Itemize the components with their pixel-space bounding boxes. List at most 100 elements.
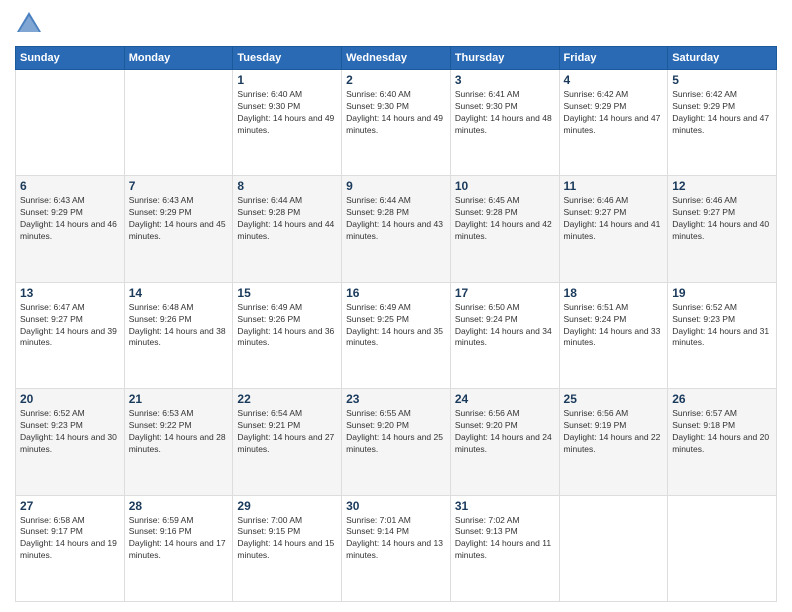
- calendar-cell: [124, 70, 233, 176]
- day-number: 24: [455, 392, 555, 406]
- day-number: 20: [20, 392, 120, 406]
- day-info: Sunrise: 7:01 AM Sunset: 9:14 PM Dayligh…: [346, 515, 446, 563]
- calendar-cell: 20 Sunrise: 6:52 AM Sunset: 9:23 PM Dayli…: [16, 389, 125, 495]
- day-info: Sunrise: 6:45 AM Sunset: 9:28 PM Dayligh…: [455, 195, 555, 243]
- day-info: Sunrise: 6:52 AM Sunset: 9:23 PM Dayligh…: [672, 302, 772, 350]
- day-number: 16: [346, 286, 446, 300]
- day-header: Sunday: [16, 47, 125, 70]
- calendar-week-row: 27 Sunrise: 6:58 AM Sunset: 9:17 PM Dayli…: [16, 495, 777, 601]
- calendar-cell: 3Sunrise: 6:41 AM Sunset: 9:30 PM Daylig…: [450, 70, 559, 176]
- calendar-week-row: 6 Sunrise: 6:43 AM Sunset: 9:29 PM Daylig…: [16, 176, 777, 282]
- calendar-header-row: SundayMondayTuesdayWednesdayThursdayFrid…: [16, 47, 777, 70]
- day-info: Sunrise: 6:42 AM Sunset: 9:29 PM Dayligh…: [564, 89, 664, 137]
- calendar-cell: 22 Sunrise: 6:54 AM Sunset: 9:21 PM Dayli…: [233, 389, 342, 495]
- day-number: 6: [20, 179, 120, 193]
- day-number: 29: [237, 499, 337, 513]
- day-number: 5: [672, 73, 772, 87]
- calendar-cell: 17 Sunrise: 6:50 AM Sunset: 9:24 PM Dayli…: [450, 282, 559, 388]
- calendar-cell: 18 Sunrise: 6:51 AM Sunset: 9:24 PM Dayli…: [559, 282, 668, 388]
- day-header: Friday: [559, 47, 668, 70]
- day-number: 22: [237, 392, 337, 406]
- day-info: Sunrise: 6:49 AM Sunset: 9:26 PM Dayligh…: [237, 302, 337, 350]
- day-info: Sunrise: 6:58 AM Sunset: 9:17 PM Dayligh…: [20, 515, 120, 563]
- day-info: Sunrise: 6:44 AM Sunset: 9:28 PM Dayligh…: [237, 195, 337, 243]
- day-number: 11: [564, 179, 664, 193]
- day-number: 31: [455, 499, 555, 513]
- day-number: 17: [455, 286, 555, 300]
- calendar: SundayMondayTuesdayWednesdayThursdayFrid…: [15, 46, 777, 602]
- day-number: 7: [129, 179, 229, 193]
- day-number: 27: [20, 499, 120, 513]
- logo-icon: [15, 10, 43, 38]
- calendar-week-row: 20 Sunrise: 6:52 AM Sunset: 9:23 PM Dayli…: [16, 389, 777, 495]
- calendar-cell: 9Sunrise: 6:44 AM Sunset: 9:28 PM Daylig…: [342, 176, 451, 282]
- calendar-cell: 27 Sunrise: 6:58 AM Sunset: 9:17 PM Dayli…: [16, 495, 125, 601]
- calendar-cell: 11Sunrise: 6:46 AM Sunset: 9:27 PM Dayli…: [559, 176, 668, 282]
- calendar-cell: 7 Sunrise: 6:43 AM Sunset: 9:29 PM Daylig…: [124, 176, 233, 282]
- calendar-cell: [668, 495, 777, 601]
- day-number: 12: [672, 179, 772, 193]
- day-info: Sunrise: 6:40 AM Sunset: 9:30 PM Dayligh…: [237, 89, 337, 137]
- day-number: 19: [672, 286, 772, 300]
- day-info: Sunrise: 6:59 AM Sunset: 9:16 PM Dayligh…: [129, 515, 229, 563]
- calendar-cell: 5 Sunrise: 6:42 AM Sunset: 9:29 PM Daylig…: [668, 70, 777, 176]
- day-header: Thursday: [450, 47, 559, 70]
- day-info: Sunrise: 6:50 AM Sunset: 9:24 PM Dayligh…: [455, 302, 555, 350]
- day-info: Sunrise: 6:46 AM Sunset: 9:27 PM Dayligh…: [672, 195, 772, 243]
- header: [15, 10, 777, 38]
- calendar-cell: 6 Sunrise: 6:43 AM Sunset: 9:29 PM Daylig…: [16, 176, 125, 282]
- day-number: 30: [346, 499, 446, 513]
- calendar-cell: 25 Sunrise: 6:56 AM Sunset: 9:19 PM Dayli…: [559, 389, 668, 495]
- calendar-cell: 1 Sunrise: 6:40 AM Sunset: 9:30 PM Daylig…: [233, 70, 342, 176]
- day-info: Sunrise: 6:56 AM Sunset: 9:19 PM Dayligh…: [564, 408, 664, 456]
- calendar-cell: 2 Sunrise: 6:40 AM Sunset: 9:30 PM Daylig…: [342, 70, 451, 176]
- day-info: Sunrise: 6:47 AM Sunset: 9:27 PM Dayligh…: [20, 302, 120, 350]
- day-number: 10: [455, 179, 555, 193]
- day-info: Sunrise: 6:43 AM Sunset: 9:29 PM Dayligh…: [129, 195, 229, 243]
- day-info: Sunrise: 6:40 AM Sunset: 9:30 PM Dayligh…: [346, 89, 446, 137]
- day-info: Sunrise: 7:02 AM Sunset: 9:13 PM Dayligh…: [455, 515, 555, 563]
- calendar-cell: [559, 495, 668, 601]
- day-header: Monday: [124, 47, 233, 70]
- calendar-cell: 29 Sunrise: 7:00 AM Sunset: 9:15 PM Dayli…: [233, 495, 342, 601]
- calendar-cell: 21 Sunrise: 6:53 AM Sunset: 9:22 PM Dayli…: [124, 389, 233, 495]
- day-info: Sunrise: 6:43 AM Sunset: 9:29 PM Dayligh…: [20, 195, 120, 243]
- day-header: Tuesday: [233, 47, 342, 70]
- day-number: 2: [346, 73, 446, 87]
- calendar-cell: 30 Sunrise: 7:01 AM Sunset: 9:14 PM Dayli…: [342, 495, 451, 601]
- day-info: Sunrise: 6:57 AM Sunset: 9:18 PM Dayligh…: [672, 408, 772, 456]
- day-number: 21: [129, 392, 229, 406]
- day-info: Sunrise: 6:52 AM Sunset: 9:23 PM Dayligh…: [20, 408, 120, 456]
- calendar-week-row: 1 Sunrise: 6:40 AM Sunset: 9:30 PM Daylig…: [16, 70, 777, 176]
- day-info: Sunrise: 6:56 AM Sunset: 9:20 PM Dayligh…: [455, 408, 555, 456]
- day-info: Sunrise: 6:55 AM Sunset: 9:20 PM Dayligh…: [346, 408, 446, 456]
- day-info: Sunrise: 6:44 AM Sunset: 9:28 PM Dayligh…: [346, 195, 446, 243]
- day-number: 4: [564, 73, 664, 87]
- day-info: Sunrise: 6:54 AM Sunset: 9:21 PM Dayligh…: [237, 408, 337, 456]
- calendar-cell: 8Sunrise: 6:44 AM Sunset: 9:28 PM Daylig…: [233, 176, 342, 282]
- calendar-cell: 28 Sunrise: 6:59 AM Sunset: 9:16 PM Dayli…: [124, 495, 233, 601]
- logo: [15, 10, 47, 38]
- day-number: 25: [564, 392, 664, 406]
- calendar-week-row: 13 Sunrise: 6:47 AM Sunset: 9:27 PM Dayli…: [16, 282, 777, 388]
- day-info: Sunrise: 6:53 AM Sunset: 9:22 PM Dayligh…: [129, 408, 229, 456]
- page: SundayMondayTuesdayWednesdayThursdayFrid…: [0, 0, 792, 612]
- day-number: 13: [20, 286, 120, 300]
- day-info: Sunrise: 6:42 AM Sunset: 9:29 PM Dayligh…: [672, 89, 772, 137]
- calendar-cell: [16, 70, 125, 176]
- day-number: 15: [237, 286, 337, 300]
- calendar-cell: 13 Sunrise: 6:47 AM Sunset: 9:27 PM Dayli…: [16, 282, 125, 388]
- day-info: Sunrise: 7:00 AM Sunset: 9:15 PM Dayligh…: [237, 515, 337, 563]
- day-number: 14: [129, 286, 229, 300]
- calendar-cell: 12 Sunrise: 6:46 AM Sunset: 9:27 PM Dayli…: [668, 176, 777, 282]
- day-number: 18: [564, 286, 664, 300]
- calendar-cell: 16Sunrise: 6:49 AM Sunset: 9:25 PM Dayli…: [342, 282, 451, 388]
- day-info: Sunrise: 6:51 AM Sunset: 9:24 PM Dayligh…: [564, 302, 664, 350]
- day-number: 28: [129, 499, 229, 513]
- day-number: 26: [672, 392, 772, 406]
- day-number: 3: [455, 73, 555, 87]
- day-header: Wednesday: [342, 47, 451, 70]
- day-header: Saturday: [668, 47, 777, 70]
- day-number: 1: [237, 73, 337, 87]
- calendar-cell: 23Sunrise: 6:55 AM Sunset: 9:20 PM Dayli…: [342, 389, 451, 495]
